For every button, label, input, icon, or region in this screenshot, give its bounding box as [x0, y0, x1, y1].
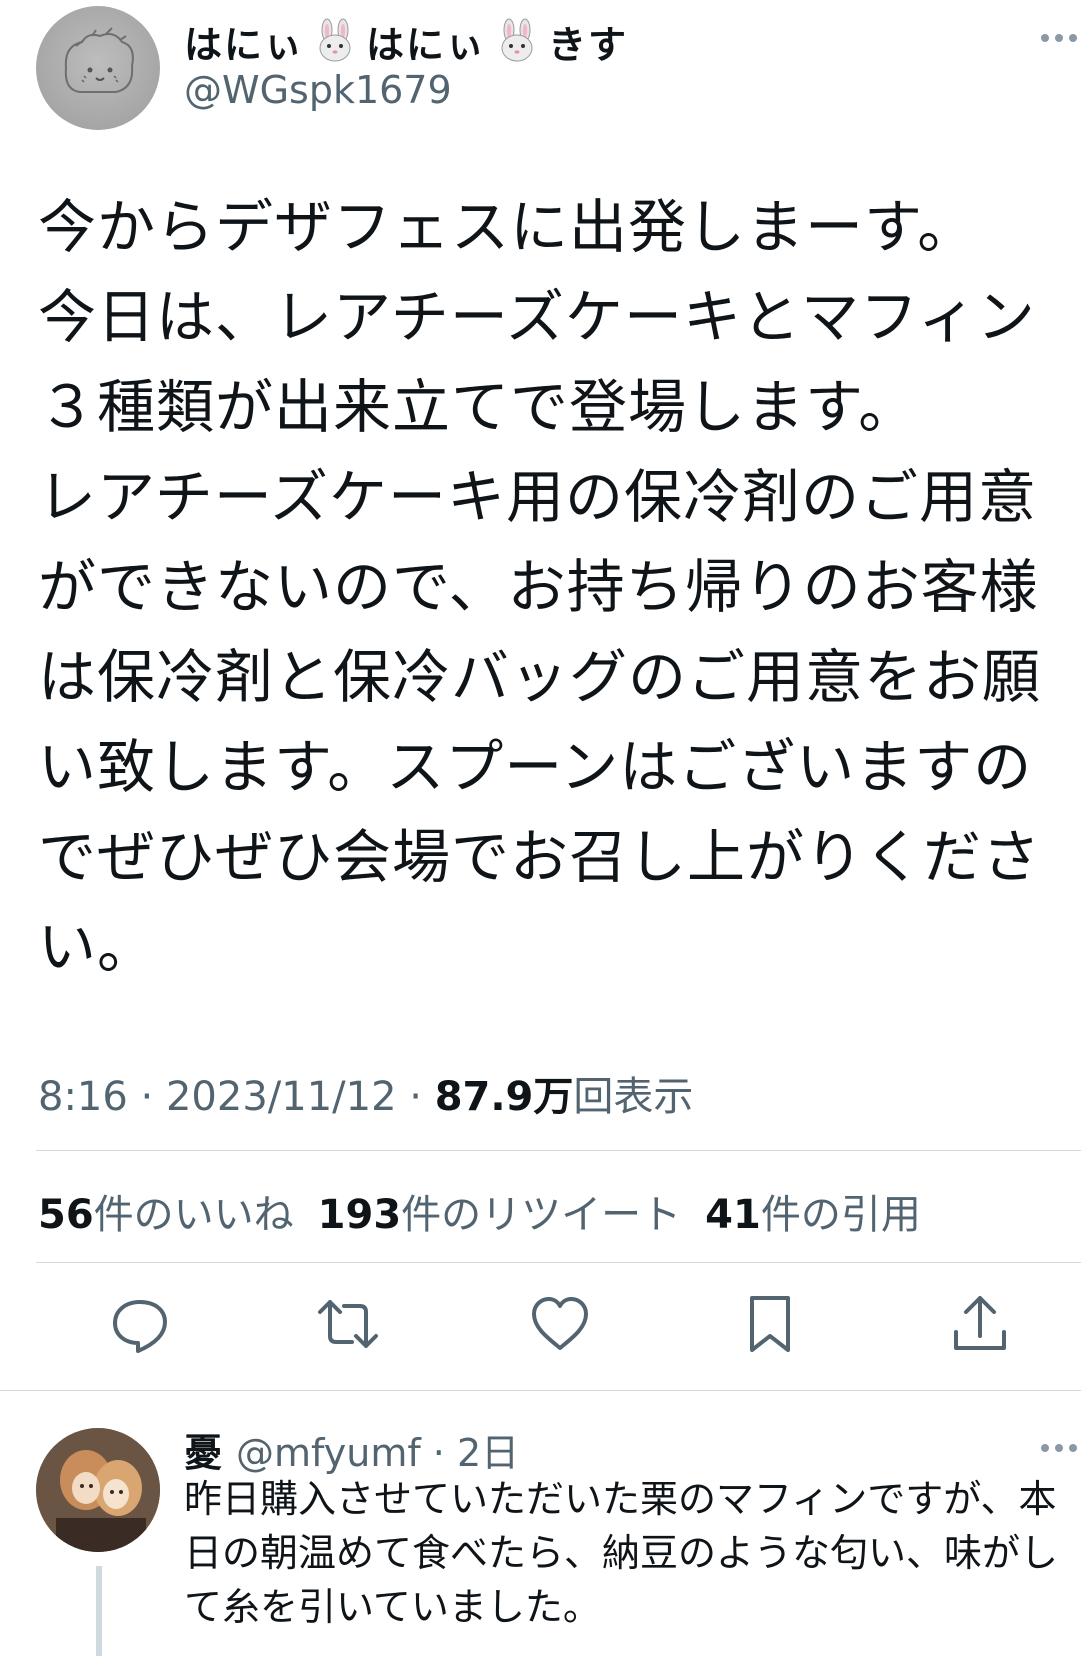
retweets-stat[interactable]: 193件のリツイート [318, 1182, 682, 1240]
quotes-stat[interactable]: 41件の引用 [705, 1182, 921, 1240]
views-count: 87.9万 [434, 1074, 574, 1120]
meta-separator: · [420, 1431, 457, 1475]
reply-author-avatar[interactable] [36, 1428, 160, 1552]
tweet-time[interactable]: 8:16 [38, 1074, 128, 1120]
author-handle[interactable]: @WGspk1679 [184, 68, 452, 112]
author-avatar[interactable] [36, 6, 160, 130]
reply-header: 憂 @mfyumf · 2日 [184, 1422, 519, 1477]
retweets-label: 件のリツイート [401, 1192, 682, 1238]
display-name-part: はにぃ [366, 22, 487, 67]
bookmark-icon[interactable] [738, 1292, 802, 1356]
tweet-text-line: でぜひぜひ会場でお召し上がりくださ [38, 823, 1042, 891]
display-name-part: きす [548, 22, 629, 67]
reply-age[interactable]: 2日 [457, 1431, 519, 1475]
tweet-stats: 56件のいいね 193件のリツイート 41件の引用 [38, 1182, 921, 1240]
display-name-part: はにぃ [184, 22, 305, 67]
share-icon[interactable] [948, 1292, 1012, 1356]
retweet-icon[interactable] [316, 1292, 380, 1356]
retweets-count: 193 [317, 1192, 402, 1238]
likes-stat[interactable]: 56件のいいね [38, 1182, 294, 1240]
divider [36, 1150, 1081, 1151]
reply-text-line: 日の朝温めて食べたら、納豆のような匂い、味がし [184, 1531, 1059, 1575]
tweet-text-line: は保冷剤と保冷バッグのご用意をお願 [38, 643, 1042, 711]
tweet-text-line: ３種類が出来立てで登場します。 [38, 373, 918, 441]
tweet-text: 今からデザフェスに出発しまーす。 今日は、レアチーズケーキとマフィン ３種類が出… [38, 182, 1068, 992]
more-options-icon[interactable] [1037, 22, 1081, 54]
more-options-icon[interactable] [1037, 1432, 1081, 1464]
reply-author-name[interactable]: 憂 [184, 1431, 222, 1475]
rabbit-emoji-icon [494, 18, 540, 64]
tweet-text-line: 今からデザフェスに出発しまーす。 [38, 193, 977, 261]
like-icon[interactable] [528, 1292, 592, 1356]
divider [0, 1390, 1081, 1391]
divider [36, 1262, 1081, 1263]
reply-text-line: 昨日購入させていただいた栗のマフィンですが、本 [184, 1477, 1057, 1521]
tweet-text-line: い致します。スプーンはございますの [38, 733, 1033, 801]
likes-count: 56 [38, 1192, 94, 1238]
rabbit-emoji-icon [312, 18, 358, 64]
thread-line [96, 1566, 102, 1656]
author-display-name[interactable]: はにぃ はにぃ きす [184, 14, 628, 68]
reply-icon[interactable] [108, 1292, 172, 1356]
views-label: 回表示 [573, 1074, 694, 1120]
tweet-text-line: ができないので、お持ち帰りのお客様 [38, 553, 1039, 621]
meta-separator: · [140, 1074, 166, 1120]
tweet-text-line: 今日は、レアチーズケーキとマフィン [38, 283, 1036, 351]
tweet-date[interactable]: 2023/11/12 [166, 1074, 397, 1120]
tweet-text-line: レアチーズケーキ用の保冷剤のご用意 [38, 463, 1037, 531]
likes-label: 件のいいね [93, 1192, 294, 1238]
tweet-meta: 8:16 · 2023/11/12 · 87.9万回表示 [38, 1064, 693, 1122]
tweet-text-line: い。 [38, 913, 157, 981]
reply-text-line: て糸を引いていました。 [184, 1585, 601, 1629]
quotes-count: 41 [705, 1192, 761, 1238]
quotes-label: 件の引用 [760, 1192, 921, 1238]
reply-text: 昨日購入させていただいた栗のマフィンですが、本 日の朝温めて食べたら、納豆のよう… [184, 1472, 1081, 1634]
reply-author-handle[interactable]: @mfyumf [236, 1431, 421, 1475]
meta-separator: · [409, 1074, 435, 1120]
action-bar [0, 1292, 1081, 1362]
